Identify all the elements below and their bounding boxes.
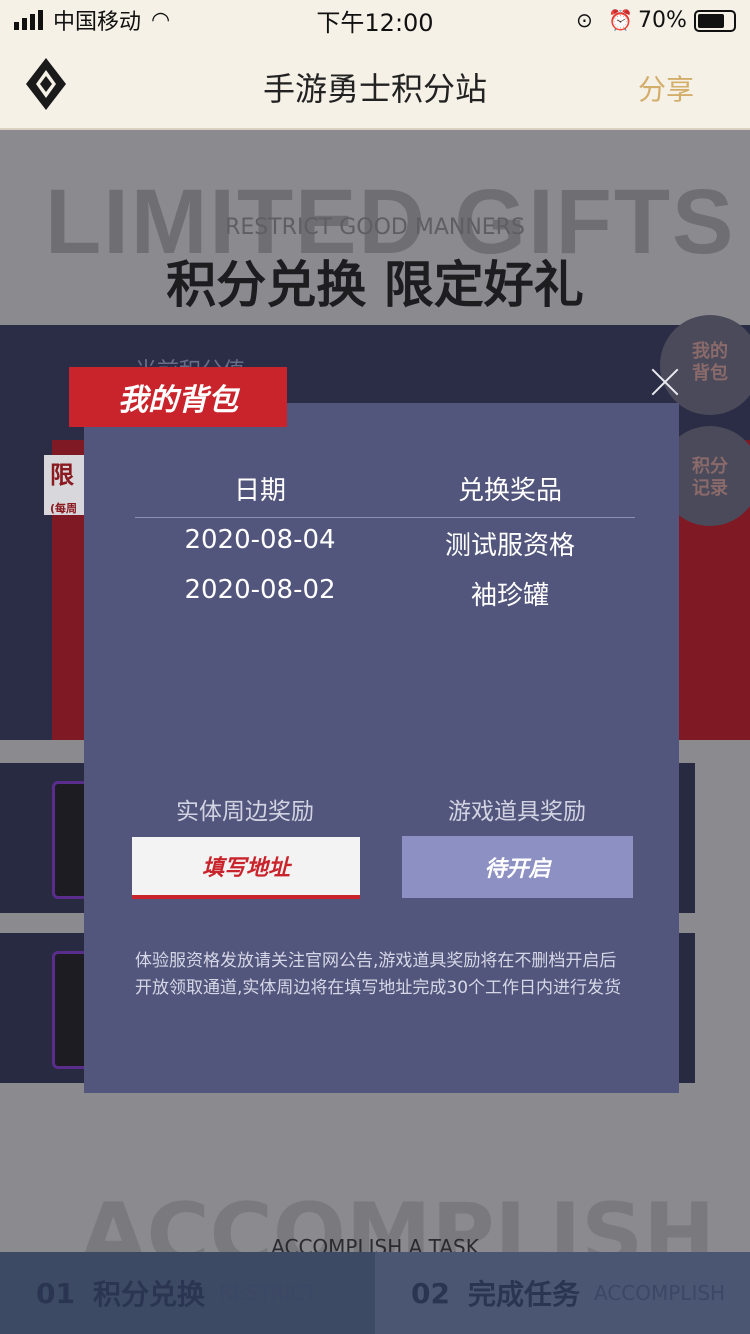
game-reward-label: 游戏道具奖励 <box>448 799 586 825</box>
nav-bar: 手游勇士积分站 分享 <box>0 40 750 130</box>
battery-icon <box>694 10 736 32</box>
bottom-tab-bar: 01 积分兑换 RESTRICT 02 完成任务 ACCOMPLISH <box>0 1252 750 1334</box>
row-date: 2020-08-02 <box>184 575 336 605</box>
background-subtitle-en: RESTRICT GOOD MANNERS <box>225 215 525 240</box>
modal-note: 体验服资格发放请关注官网公告,游戏道具奖励将在不删档开启后开放领取通道,实体周边… <box>135 951 622 998</box>
header-date: 日期 <box>233 476 286 506</box>
limit-badge-text: 限 <box>50 461 74 489</box>
points-record-label: 积分记录 <box>692 456 728 499</box>
limit-badge-small: (每周 <box>50 502 78 515</box>
tab-accomplish-task[interactable]: 02 完成任务 ACCOMPLISH <box>375 1252 750 1334</box>
status-bar: 中国移动 ◠ 下午12:00 ⊙ ⏰ 70% <box>0 0 750 40</box>
share-button[interactable]: 分享 <box>638 68 694 108</box>
alarm-icon: ⏰ <box>608 8 633 32</box>
table-divider <box>135 517 635 518</box>
my-bag-label: 我的背包 <box>692 341 728 384</box>
tab-number: 02 <box>411 1276 450 1310</box>
battery-label: 70% <box>638 7 687 33</box>
tab-label: 完成任务 <box>467 1278 580 1311</box>
row-date: 2020-08-04 <box>184 525 336 555</box>
header-prize: 兑换奖品 <box>457 476 562 506</box>
my-bag-button[interactable]: 我的背包 <box>660 315 750 415</box>
close-icon[interactable] <box>650 367 680 397</box>
pending-button: 待开启 <box>402 836 633 898</box>
fill-address-button[interactable]: 填写地址 <box>132 837 360 899</box>
physical-reward-label: 实体周边奖励 <box>176 799 314 825</box>
row-prize: 袖珍罐 <box>470 581 549 611</box>
background-heading: 积分兑换 限定好礼 <box>166 256 584 314</box>
modal-title-tag: 我的背包 <box>69 367 287 427</box>
tab-label: 积分兑换 <box>92 1278 205 1311</box>
tab-number: 01 <box>36 1276 75 1310</box>
rotation-lock-icon: ⊙ <box>576 8 593 32</box>
tab-sublabel: RESTRICT <box>218 1281 317 1305</box>
row-prize: 测试服资格 <box>444 531 575 561</box>
tab-sublabel: ACCOMPLISH <box>593 1281 726 1305</box>
tab-points-exchange[interactable]: 01 积分兑换 RESTRICT <box>0 1252 375 1334</box>
